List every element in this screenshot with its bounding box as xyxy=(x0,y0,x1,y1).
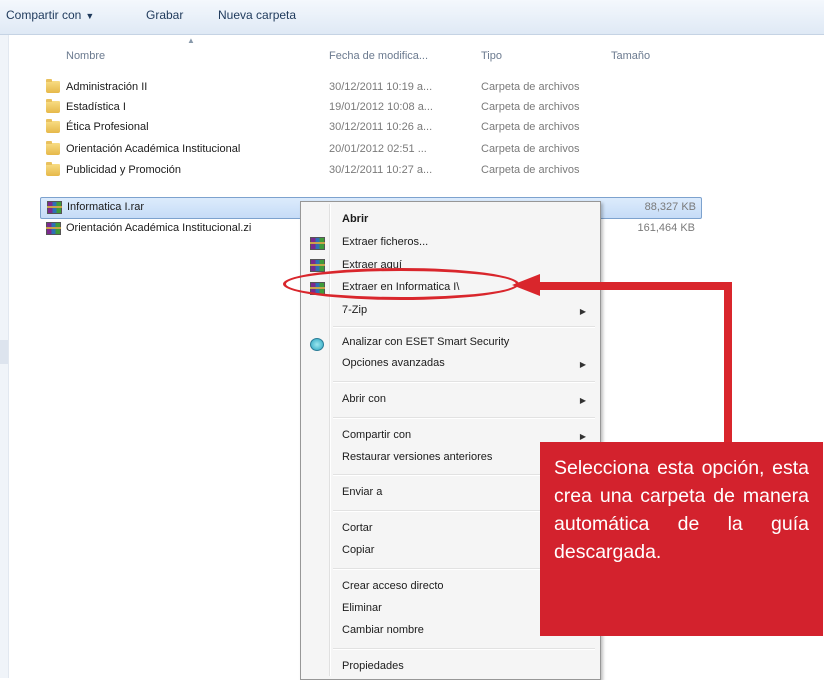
instruction-callout: Selecciona esta opción, esta crea una ca… xyxy=(540,442,823,636)
file-name: Orientación Académica Institucional xyxy=(66,143,241,155)
menu-item-open-with[interactable]: Abrir con xyxy=(342,393,386,405)
menu-item-restore-versions[interactable]: Restaurar versiones anteriores xyxy=(342,451,492,463)
menu-item-extract-files[interactable]: Extraer ficheros... xyxy=(342,236,428,248)
menu-item-create-shortcut[interactable]: Crear acceso directo xyxy=(342,580,444,592)
file-row[interactable]: Ética Profesional 30/12/2011 10:26 a... … xyxy=(40,118,700,138)
folder-icon xyxy=(46,119,60,133)
new-folder-button[interactable]: Nueva carpeta xyxy=(218,8,296,22)
winrar-archive-icon xyxy=(46,222,61,235)
file-date: 30/12/2011 10:19 a... xyxy=(329,81,433,93)
menu-separator xyxy=(333,326,595,328)
file-date: 20/01/2012 02:51 ... xyxy=(329,143,427,155)
file-row[interactable]: Administración II 30/12/2011 10:19 a... … xyxy=(40,78,700,98)
file-type: Carpeta de archivos xyxy=(481,164,580,176)
file-type: Carpeta de archivos xyxy=(481,143,580,155)
menu-item-open[interactable]: Abrir xyxy=(342,213,368,225)
file-date: 30/12/2011 10:26 a... xyxy=(329,121,433,133)
file-size: 161,464 KB xyxy=(637,222,696,234)
menu-item-properties[interactable]: Propiedades xyxy=(342,660,404,672)
file-type: Carpeta de archivos xyxy=(481,101,580,113)
submenu-arrow-icon: ▶ xyxy=(579,307,586,316)
menu-separator xyxy=(333,648,595,650)
winrar-icon xyxy=(310,237,325,250)
column-header-name[interactable]: Nombre xyxy=(66,50,105,62)
file-row[interactable]: Estadística I 19/01/2012 10:08 a... Carp… xyxy=(40,98,700,118)
file-row[interactable]: Orientación Académica Institucional 20/0… xyxy=(40,140,700,160)
sort-arrow-icon: ▲ xyxy=(187,36,195,45)
menu-item-rename[interactable]: Cambiar nombre xyxy=(342,624,424,636)
folder-icon xyxy=(46,162,60,176)
column-header-type[interactable]: Tipo xyxy=(481,50,502,62)
submenu-arrow-icon: ▶ xyxy=(579,396,586,405)
menu-item-copy[interactable]: Copiar xyxy=(342,544,374,556)
folder-icon xyxy=(46,99,60,113)
column-header-date[interactable]: Fecha de modifica... xyxy=(329,50,428,62)
submenu-arrow-icon: ▶ xyxy=(579,360,586,369)
file-date: 19/01/2012 10:08 a... xyxy=(329,101,433,113)
command-toolbar: Compartir con ▼ Grabar Nueva carpeta xyxy=(0,0,824,35)
submenu-arrow-icon: ▶ xyxy=(579,432,586,441)
column-header-size[interactable]: Tamaño xyxy=(611,50,650,62)
menu-separator xyxy=(333,417,595,419)
menu-item-advanced-options[interactable]: Opciones avanzadas xyxy=(342,357,445,369)
winrar-archive-icon xyxy=(47,201,62,214)
share-with-label: Compartir con xyxy=(6,8,82,22)
file-type: Carpeta de archivos xyxy=(481,81,580,93)
file-name: Estadística I xyxy=(66,101,126,113)
file-name: Administración II xyxy=(66,81,148,93)
menu-item-scan-eset[interactable]: Analizar con ESET Smart Security xyxy=(342,336,509,348)
menu-item-send-to[interactable]: Enviar a xyxy=(342,486,382,498)
menu-item-7zip[interactable]: 7-Zip xyxy=(342,304,367,316)
share-with-button[interactable]: Compartir con ▼ xyxy=(6,8,94,22)
eset-shield-icon xyxy=(310,338,324,351)
file-size: 88,327 KB xyxy=(644,201,696,213)
annotation-line-vertical xyxy=(724,282,732,444)
winrar-icon xyxy=(310,259,325,272)
file-name: Ética Profesional xyxy=(66,121,149,133)
file-date: 30/12/2011 10:27 a... xyxy=(329,164,433,176)
chevron-down-icon: ▼ xyxy=(85,11,95,21)
menu-item-delete[interactable]: Eliminar xyxy=(342,602,382,614)
menu-separator xyxy=(333,381,595,383)
file-type: Carpeta de archivos xyxy=(481,121,580,133)
annotation-line-horizontal xyxy=(536,282,732,290)
file-name: Informatica I.rar xyxy=(67,201,145,213)
folder-icon xyxy=(46,79,60,93)
file-name: Orientación Académica Institucional.zi xyxy=(66,222,252,234)
menu-item-cut[interactable]: Cortar xyxy=(342,522,373,534)
menu-item-share-with[interactable]: Compartir con xyxy=(342,429,411,441)
folder-icon xyxy=(46,141,60,155)
nav-scroll-handle[interactable] xyxy=(0,340,8,364)
file-row[interactable]: Publicidad y Promoción 30/12/2011 10:27 … xyxy=(40,161,700,181)
burn-button[interactable]: Grabar xyxy=(146,8,183,22)
highlight-oval xyxy=(283,268,519,300)
file-name: Publicidad y Promoción xyxy=(66,164,181,176)
